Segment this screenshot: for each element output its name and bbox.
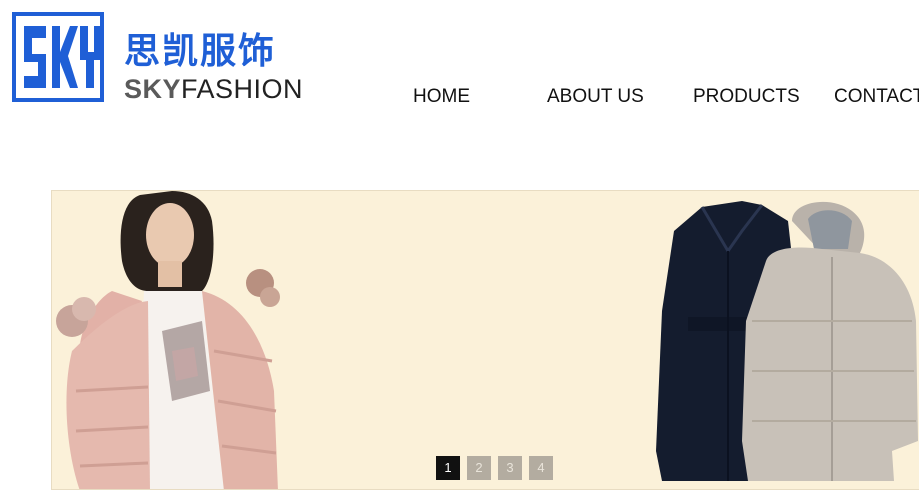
banner-image: [56, 191, 918, 489]
brand-name-chinese: 思凯服饰: [124, 31, 277, 72]
nav-about-us[interactable]: ABOUT US: [547, 84, 644, 110]
nav-contact[interactable]: CONTACT: [834, 84, 919, 110]
nav-products[interactable]: PRODUCTS: [693, 84, 800, 110]
hero-banner[interactable]: [51, 190, 919, 490]
slide-dot-1[interactable]: 1: [436, 456, 460, 480]
slide-dot-2[interactable]: 2: [467, 456, 491, 480]
nav-home[interactable]: HOME: [413, 84, 470, 110]
main-nav: HOME ABOUT US PRODUCTS CONTACT: [0, 84, 919, 112]
model-woman-image: [56, 191, 280, 489]
slide-dot-3[interactable]: 3: [498, 456, 522, 480]
slide-dot-4[interactable]: 4: [529, 456, 553, 480]
